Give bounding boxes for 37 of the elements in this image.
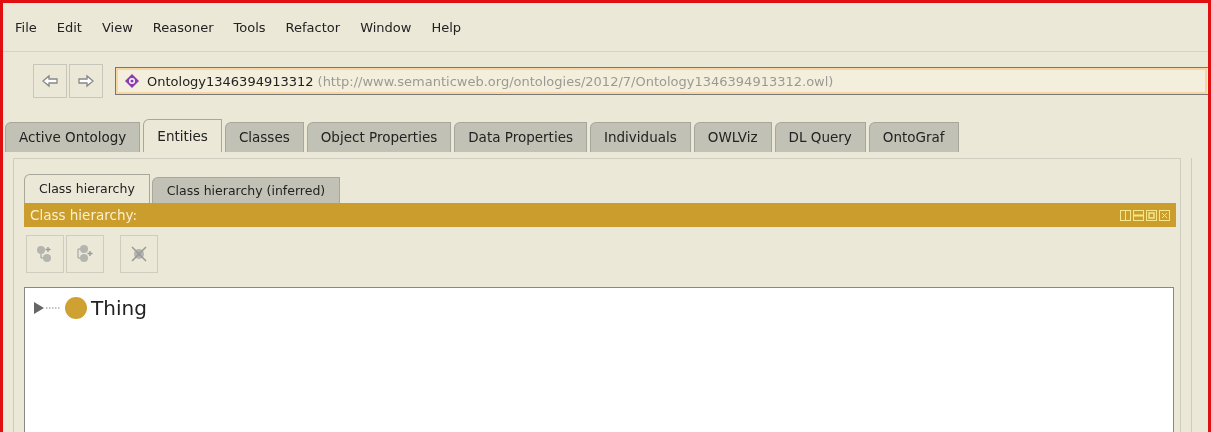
tab[interactable]: Object Properties <box>306 122 452 152</box>
menu-item[interactable]: Reasoner <box>142 19 224 35</box>
menu-item[interactable]: Refactor <box>275 19 351 35</box>
delete-class-icon <box>129 244 149 264</box>
close-icon[interactable] <box>1159 209 1170 221</box>
tab[interactable]: OntoGraf <box>868 122 959 152</box>
menu-item[interactable]: Edit <box>46 19 92 35</box>
split-horizontal-icon[interactable] <box>1133 209 1144 221</box>
add-sibling-icon <box>75 244 95 264</box>
view-title: Class hierarchy: <box>30 207 138 223</box>
maximize-icon[interactable] <box>1146 209 1157 221</box>
menu-item[interactable]: File <box>9 19 47 35</box>
subtab[interactable]: Class hierarchy (inferred) <box>151 177 341 203</box>
tab[interactable]: DL Query <box>774 122 866 152</box>
subtab[interactable]: Class hierarchy <box>24 174 150 203</box>
back-button[interactable] <box>33 64 67 98</box>
tab[interactable]: Active Ontology <box>5 122 141 152</box>
forward-arrow-icon <box>77 74 95 88</box>
tab[interactable]: Entities <box>143 119 222 152</box>
expand-arrow-icon[interactable] <box>33 301 61 315</box>
ontology-icon <box>124 73 140 89</box>
split-vertical-icon[interactable] <box>1120 209 1131 221</box>
back-arrow-icon <box>41 74 59 88</box>
tab[interactable]: Individuals <box>590 122 691 152</box>
menu-item[interactable]: Help <box>421 19 472 35</box>
menu-item[interactable]: Tools <box>223 19 276 35</box>
class-icon <box>65 297 87 319</box>
forward-button[interactable] <box>69 64 103 98</box>
tab[interactable]: Data Properties <box>454 122 587 152</box>
tab[interactable]: Classes <box>224 122 304 152</box>
ontology-iri: (http://www.semanticweb.org/ontologies/2012/7/Ontology1346394913312.owl) <box>317 73 834 89</box>
tree-item[interactable]: Thing <box>91 296 147 320</box>
menu-item[interactable]: View <box>91 19 143 35</box>
ontology-name: Ontology1346394913312 <box>147 73 314 89</box>
ontology-address-field[interactable]: Ontology1346394913312 (http://www.semanticweb.org/ontologies/2012/7/Ontology1346394913312.owl) <box>115 67 1208 95</box>
tab[interactable]: OWLViz <box>693 122 772 152</box>
menu-item[interactable]: Window <box>350 19 422 35</box>
